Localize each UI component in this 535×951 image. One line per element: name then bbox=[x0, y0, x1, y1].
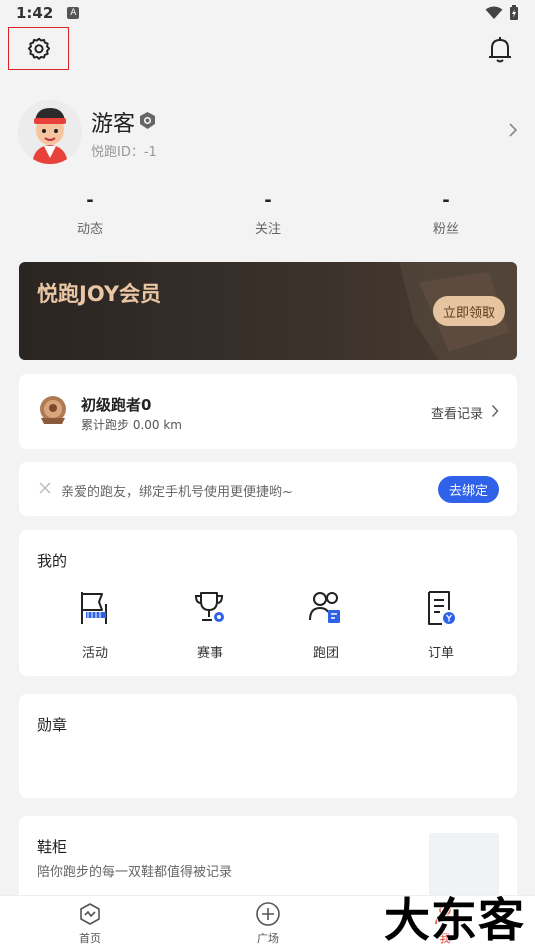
mine-item-events[interactable]: 赛事 bbox=[170, 590, 250, 661]
status-bar: 1:42 A bbox=[0, 0, 535, 26]
tab-plaza[interactable]: 广场 bbox=[233, 900, 303, 946]
stat-label: 关注 bbox=[254, 222, 281, 237]
stat-label: 粉丝 bbox=[432, 222, 459, 237]
gear-icon bbox=[27, 37, 50, 60]
guest-badge-icon bbox=[140, 112, 155, 129]
stat-posts[interactable]: - 动态 bbox=[30, 190, 150, 237]
status-time: 1:42 bbox=[16, 4, 54, 22]
avatar[interactable] bbox=[18, 100, 82, 164]
vip-claim-button[interactable]: 立即领取 bbox=[432, 296, 505, 326]
notifications-button[interactable] bbox=[487, 36, 513, 64]
chevron-right-icon bbox=[509, 123, 518, 137]
mine-item-label: 赛事 bbox=[196, 646, 223, 661]
stat-value: - bbox=[86, 190, 94, 211]
notification-icon: A bbox=[67, 7, 80, 19]
running-group-icon bbox=[309, 592, 340, 623]
stat-following[interactable]: - 关注 bbox=[208, 190, 328, 237]
username: 游客 bbox=[91, 112, 136, 137]
battery-icon bbox=[510, 5, 518, 20]
vip-title: 悦跑JOY会员 bbox=[37, 282, 162, 306]
tab-home[interactable]: 首页 bbox=[55, 900, 125, 946]
wifi-icon bbox=[485, 6, 503, 19]
stat-value: - bbox=[442, 190, 450, 211]
level-badge-icon bbox=[40, 396, 66, 424]
runner-level-card[interactable]: 初级跑者0 累计跑步 0.00 km 查看记录 bbox=[19, 374, 517, 449]
tab-label: 广场 bbox=[257, 932, 279, 945]
profile-header[interactable]: 游客 悦跑ID：-1 bbox=[18, 100, 518, 166]
watermark: 大东客 bbox=[384, 893, 525, 947]
profile-stats: - 动态 - 关注 - 粉丝 bbox=[0, 190, 535, 240]
bell-icon bbox=[489, 37, 511, 63]
mine-item-label: 活动 bbox=[81, 646, 108, 661]
level-name: 初级跑者0 bbox=[81, 396, 152, 414]
chevron-right-icon bbox=[491, 404, 499, 418]
home-icon bbox=[80, 903, 100, 925]
section-title: 我的 bbox=[37, 552, 68, 570]
activity-flag-icon bbox=[81, 592, 107, 624]
order-icon bbox=[428, 591, 455, 625]
stat-followers[interactable]: - 粉丝 bbox=[386, 190, 506, 237]
trophy-icon bbox=[194, 592, 224, 622]
bind-phone-card: 亲爱的跑友，绑定手机号使用更便捷哟~ 去绑定 bbox=[19, 462, 517, 516]
bind-phone-message: 亲爱的跑友，绑定手机号使用更便捷哟~ bbox=[61, 485, 293, 500]
mine-item-running-groups[interactable]: 跑团 bbox=[286, 590, 366, 661]
runner-avatar-icon bbox=[18, 100, 82, 164]
section-subtitle: 陪你跑步的每一双鞋都值得被记录 bbox=[37, 865, 233, 880]
view-records-link[interactable]: 查看记录 bbox=[431, 403, 483, 422]
mine-item-label: 跑团 bbox=[312, 646, 339, 661]
settings-button[interactable] bbox=[8, 27, 69, 70]
stat-label: 动态 bbox=[76, 222, 103, 237]
mine-item-label: 订单 bbox=[427, 646, 454, 661]
plaza-icon bbox=[256, 902, 280, 926]
mine-section: 我的 活动 赛事 跑团 订单 bbox=[19, 530, 517, 676]
stat-value: - bbox=[264, 190, 272, 211]
section-title: 勋章 bbox=[37, 716, 68, 734]
section-title: 鞋柜 bbox=[37, 838, 68, 856]
mine-item-orders[interactable]: 订单 bbox=[401, 590, 481, 661]
total-distance: 累计跑步 0.00 km bbox=[81, 418, 182, 432]
bind-phone-button[interactable]: 去绑定 bbox=[437, 476, 499, 503]
vip-banner[interactable]: 悦跑JOY会员 立即领取 bbox=[19, 262, 517, 360]
mine-item-activities[interactable]: 活动 bbox=[55, 590, 135, 661]
medals-section[interactable]: 勋章 bbox=[19, 694, 517, 798]
user-id: 悦跑ID：-1 bbox=[91, 145, 157, 160]
tab-label: 首页 bbox=[79, 932, 101, 945]
close-icon[interactable] bbox=[39, 482, 51, 494]
